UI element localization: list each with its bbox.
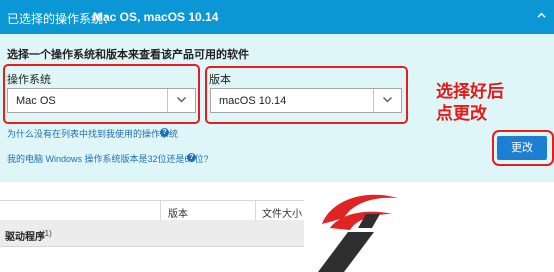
os-annotation-box <box>3 64 200 124</box>
drivers-group-row[interactable]: 驱动程序 (1) <box>0 220 304 247</box>
question-icon[interactable]: ? <box>187 153 196 162</box>
selected-os-value: Mac OS, macOS 10.14 <box>93 10 219 24</box>
question-icon[interactable]: ? <box>160 128 169 137</box>
os-selection-panel: 选择一个操作系统和版本来查看该产品可用的软件 操作系统 Mac OS 版本 ma… <box>0 34 554 182</box>
change-button-annotation-box <box>492 130 554 166</box>
column-header-size: 文件大小 <box>262 209 302 220</box>
version-annotation-box <box>205 66 408 124</box>
table-header-row: 版本 文件大小 <box>0 200 304 221</box>
os-bitness-link[interactable]: 我的电脑 Windows 操作系统版本是32位还是64位? <box>7 152 209 165</box>
watermark-logo <box>318 194 398 272</box>
group-count: (1) <box>42 229 52 238</box>
group-title: 驱动程序 <box>5 232 45 243</box>
column-divider <box>255 201 256 220</box>
missing-os-link[interactable]: 为什么没有在列表中找到我使用的操作系统 <box>7 127 178 140</box>
column-divider <box>160 201 161 220</box>
annotation-text-line2: 点更改 <box>436 104 487 123</box>
column-header-version: 版本 <box>168 209 188 220</box>
selection-prompt: 选择一个操作系统和版本来查看该产品可用的软件 <box>7 49 249 61</box>
chevron-up-icon[interactable] <box>537 11 546 20</box>
annotation-text-line1: 选择好后 <box>436 82 504 101</box>
selected-os-bar[interactable]: 已选择的操作系统： Mac OS, macOS 10.14 <box>0 0 554 34</box>
